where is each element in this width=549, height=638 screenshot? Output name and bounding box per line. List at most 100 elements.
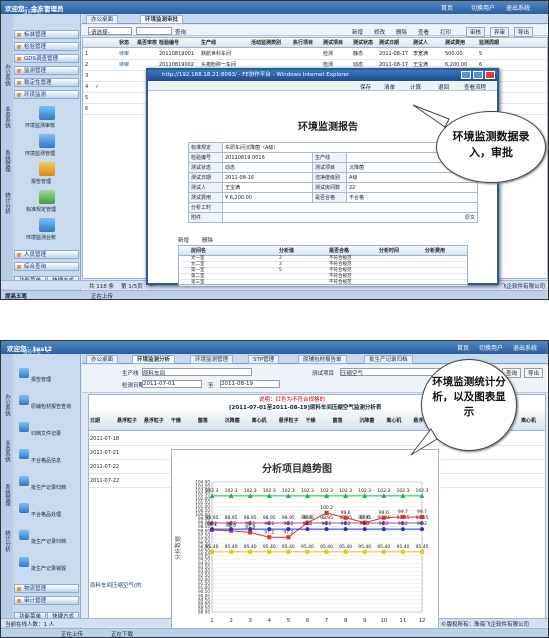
column-header[interactable]: 分析值	[279, 246, 294, 256]
side-item-label[interactable]: 不合格品处理	[31, 511, 61, 518]
new-button[interactable]: 新增	[352, 28, 363, 36]
column-header[interactable]: 分析费用	[425, 246, 445, 256]
side-item-label[interactable]: 报告管理	[31, 376, 51, 383]
column-header[interactable]: 测试状态	[353, 38, 373, 48]
column-header[interactable]: 菌落	[332, 416, 357, 426]
flow-button[interactable]: 查看流程	[464, 83, 486, 91]
logout-link[interactable]: 退出系统	[506, 3, 530, 12]
side-item-label[interactable]: 归档文件记录	[31, 430, 61, 437]
column-header[interactable]: 沉降菌	[225, 416, 250, 426]
column-header[interactable]: 测试项目	[323, 38, 343, 48]
vtab-business[interactable]: 业务系统	[3, 440, 11, 462]
home-link[interactable]: 首页	[457, 343, 469, 352]
module-standard[interactable]: 标准管理	[14, 30, 79, 39]
tab-desktop[interactable]: 办公桌面	[86, 355, 119, 364]
manage-icon[interactable]	[39, 134, 55, 148]
side-item-label[interactable]: 批生产记录归档	[31, 484, 66, 491]
date-field[interactable]: 2011-08-16	[222, 172, 313, 183]
side-item-icon[interactable]	[19, 476, 29, 486]
column-header[interactable]: 悬浮粒子	[144, 416, 169, 426]
delete-button[interactable]: 删除	[396, 28, 407, 36]
column-header[interactable]: 是否合格	[329, 246, 349, 256]
module-gds[interactable]: GDS调查管理	[14, 54, 79, 63]
module-stability[interactable]: 稳定性管理	[14, 78, 79, 87]
side-item-icon[interactable]	[19, 368, 29, 378]
hours-field[interactable]	[222, 202, 478, 213]
tester-field[interactable]: 王宝满	[222, 182, 313, 193]
return-button[interactable]: 退回	[438, 83, 449, 91]
vtab-office[interactable]: 办公系统	[3, 394, 11, 416]
close-icon[interactable]	[485, 71, 495, 79]
tab-env-manage[interactable]: 环境监测管理	[190, 355, 234, 364]
unaudit-button[interactable]: 弃审	[490, 27, 510, 37]
list-button[interactable]: 清单	[384, 83, 395, 91]
pass-select[interactable]: 不合格	[346, 192, 478, 203]
column-header[interactable]: 悬浮粒子	[279, 416, 304, 426]
room-row[interactable]: 第三室 不符合规范	[179, 280, 467, 286]
module-audit[interactable]: 审计管理	[14, 596, 79, 605]
side-item-label[interactable]: 不合格品信息	[31, 457, 61, 464]
side-item-label[interactable]: 批生产记录归档	[31, 538, 66, 545]
tab-batch-archive[interactable]: 批生产记录归档	[364, 355, 413, 364]
column-header[interactable]: 离心机	[521, 416, 546, 426]
rooms-field[interactable]: 22	[346, 182, 478, 193]
audit-button[interactable]: 审核	[466, 27, 486, 37]
column-header[interactable]: 菌落	[198, 416, 223, 426]
tab-stp[interactable]: STP管理	[248, 355, 280, 364]
module-query[interactable]: 综合查询	[14, 262, 79, 271]
switch-user-link[interactable]: 切换用户	[471, 3, 495, 12]
export-button[interactable]: 导出	[524, 368, 544, 378]
ledger-icon[interactable]	[39, 218, 55, 232]
column-header[interactable]: 状态	[119, 38, 129, 48]
column-header[interactable]: 检验编号	[159, 38, 179, 48]
vtab-stats[interactable]: 统计分析	[3, 192, 11, 214]
module-monitor[interactable]: 监测管理	[14, 66, 79, 75]
audit-icon[interactable]	[39, 106, 55, 120]
logout-link[interactable]: 退出系统	[513, 343, 537, 352]
column-header[interactable]: 悬浮粒子	[117, 416, 142, 426]
column-header[interactable]: 测试费用	[445, 38, 465, 48]
fee-field[interactable]: ¥ 6,200.00	[222, 192, 313, 203]
vtab-system[interactable]: 系统管理	[3, 484, 11, 506]
end-date[interactable]: 2011-08-19	[220, 380, 280, 388]
tab-env-approval[interactable]: 环境监测审批	[140, 15, 184, 24]
side-item-icon[interactable]	[19, 395, 29, 405]
column-header[interactable]: 离心机	[386, 416, 411, 426]
side-item-icon[interactable]	[19, 422, 29, 432]
sub-delete-button[interactable]: 删除	[202, 236, 213, 244]
export-button[interactable]: 导出	[514, 27, 534, 37]
home-link[interactable]: 首页	[441, 3, 453, 12]
column-header[interactable]: 执行项目	[293, 38, 313, 48]
tab-env-analysis[interactable]: 环境监测分析	[132, 355, 176, 364]
column-header[interactable]: 日期	[90, 416, 115, 426]
tab-raw-report[interactable]: 原辅包材报告单	[298, 355, 347, 364]
column-header[interactable]: 分析时间	[379, 246, 399, 256]
edit-button[interactable]: 修改	[374, 28, 385, 36]
query-button[interactable]: 查询	[175, 28, 186, 36]
switch-user-link[interactable]: 切换用户	[479, 343, 503, 352]
column-header[interactable]: 是否审核	[137, 38, 157, 48]
table-row[interactable]: 1 待审 20110819001 默航世科车间 检测 静态 2011-08-17 李宽满 500…	[83, 49, 547, 60]
maximize-icon[interactable]	[473, 71, 483, 79]
column-header[interactable]: 活动监测类别	[251, 38, 281, 48]
attachment-link[interactable]: 原文	[222, 212, 478, 223]
module-personnel[interactable]: 人员管理	[14, 250, 79, 259]
vtab-business[interactable]: 业务系统	[3, 106, 11, 128]
calc-button[interactable]: 计算	[410, 83, 421, 91]
minimize-icon[interactable]	[461, 71, 471, 79]
standard-icon[interactable]	[39, 190, 55, 204]
column-header[interactable]: 测试人	[413, 38, 428, 48]
vtab-stats[interactable]: 统计分析	[3, 530, 11, 552]
filter-select[interactable]: -请选择-	[88, 27, 132, 36]
side-item-icon[interactable]	[19, 557, 29, 567]
report-icon[interactable]	[39, 162, 55, 176]
state-select[interactable]: 动态	[222, 162, 313, 173]
view-button[interactable]: 查看	[418, 28, 429, 36]
save-button[interactable]: 保存	[360, 83, 371, 91]
column-header[interactable]: 生产线	[201, 38, 216, 48]
vtab-system[interactable]: 系统管理	[3, 150, 11, 172]
print-button[interactable]: 打印	[440, 28, 451, 36]
side-item-icon[interactable]	[19, 530, 29, 540]
column-header[interactable]: 沉降菌	[359, 416, 384, 426]
side-item-icon[interactable]	[19, 503, 29, 513]
